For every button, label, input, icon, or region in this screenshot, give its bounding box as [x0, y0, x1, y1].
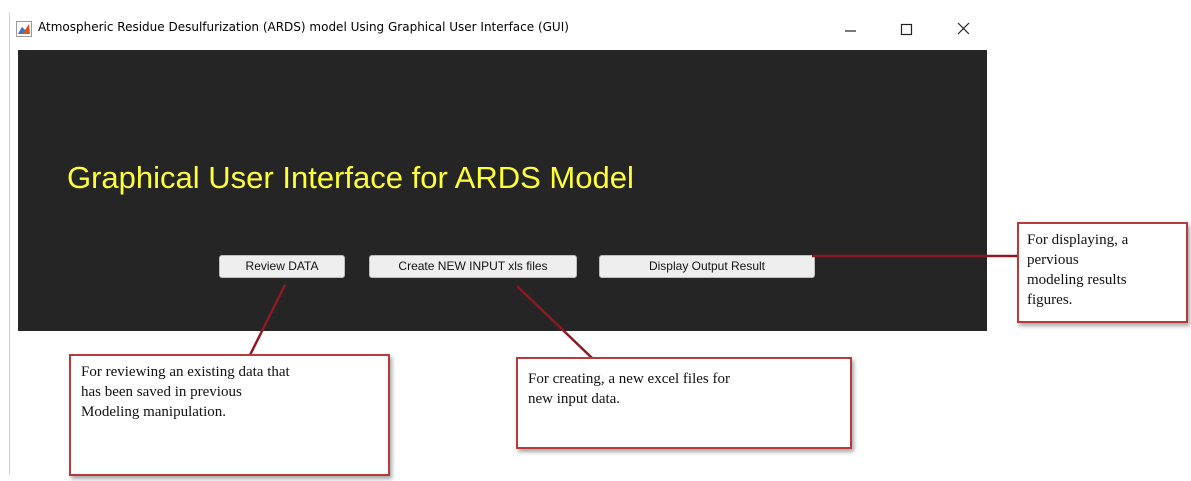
display-callout: For displaying, a pervious modeling resu… [1017, 222, 1188, 323]
create-callout-line: For creating, a new excel files for [528, 371, 730, 387]
create-callout: For creating, a new excel files for new … [516, 357, 852, 449]
create-callout-line: new input data. [528, 391, 621, 407]
review-callout-line: has been saved in previous [81, 384, 242, 400]
display-callout-line: pervious [1027, 252, 1079, 268]
review-connector-line [248, 284, 287, 356]
review-callout: For reviewing an existing data that has … [69, 354, 390, 476]
review-callout-line: For reviewing an existing data that [81, 364, 290, 380]
display-callout-line: For displaying, a [1027, 232, 1129, 248]
display-callout-line: modeling results [1027, 272, 1127, 288]
review-callout-line: Modeling manipulation. [81, 404, 226, 420]
display-callout-line: figures. [1027, 292, 1073, 308]
create-connector-line [516, 285, 593, 359]
